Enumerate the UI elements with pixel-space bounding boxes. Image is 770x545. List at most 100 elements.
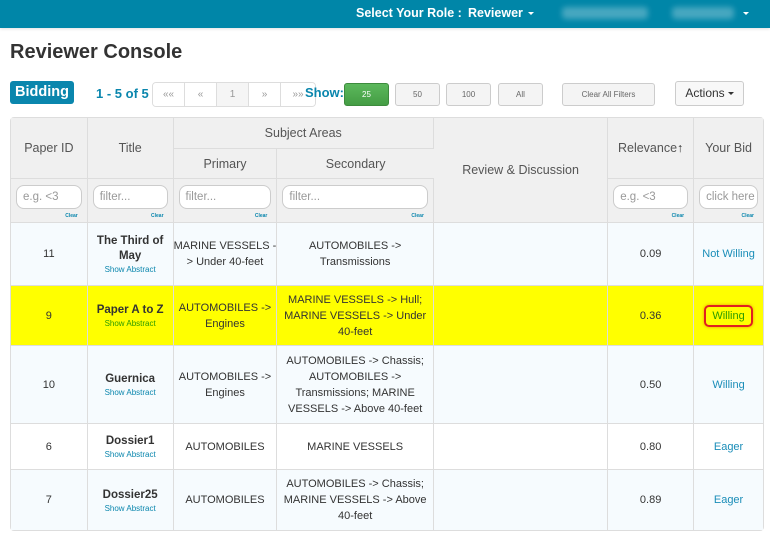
role-label: Select Your Role : (356, 6, 462, 20)
primary-subject: AUTOMOBILES -> Engines (173, 346, 278, 424)
page-title: Reviewer Console (10, 41, 183, 63)
clear-filter-link[interactable]: Clear (411, 213, 424, 219)
redacted-user-name (672, 7, 734, 19)
redacted-user-info (562, 7, 648, 19)
bid-link[interactable]: Eager (714, 441, 743, 453)
bid-cell: Willing (694, 286, 763, 346)
primary-subject: AUTOMOBILES (173, 424, 278, 470)
filter-cell-title: filter... Clear (87, 179, 174, 223)
table-row[interactable]: 10 Guernica Show Abstract AUTOMOBILES -> … (11, 346, 763, 424)
bid-cell: Willing (694, 346, 763, 424)
bid-link[interactable]: Not Willing (702, 248, 755, 260)
review-discussion (433, 286, 609, 346)
secondary-subject: MARINE VESSELS -> Hull; MARINE VESSELS -… (277, 286, 434, 346)
relevance: 0.89 (608, 470, 695, 530)
review-discussion (433, 470, 609, 530)
review-discussion (433, 346, 609, 424)
next-page-button[interactable]: » (249, 83, 281, 106)
show-abstract-link[interactable]: Show Abstract (88, 450, 173, 459)
actions-label: Actions (685, 86, 725, 100)
table-row[interactable]: 6 Dossier1 Show Abstract AUTOMOBILES MARI… (11, 424, 763, 470)
tab-bidding[interactable]: Bidding (10, 81, 74, 104)
page-size-25-button[interactable]: 25 (344, 83, 389, 106)
paper-id: 7 (11, 470, 88, 530)
show-label: Show: (305, 85, 344, 100)
primary-subject: AUTOMOBILES (173, 470, 278, 530)
title-cell: Paper A to Z Show Abstract (87, 286, 174, 346)
relevance: 0.80 (608, 424, 695, 470)
paper-id: 6 (11, 424, 88, 470)
filter-primary-input[interactable]: filter... (178, 185, 272, 209)
top-navbar: Select Your Role : Reviewer (0, 0, 770, 28)
relevance-label: Relevance (617, 141, 678, 155)
bid-cell: Not Willing (694, 223, 763, 286)
primary-subject: AUTOMOBILES -> Engines (173, 286, 278, 346)
review-discussion (433, 424, 609, 470)
actions-dropdown-button[interactable]: Actions (675, 81, 744, 106)
paper-title: Paper A to Z (96, 304, 164, 316)
bid-link[interactable]: Eager (714, 494, 743, 506)
bid-link-selected[interactable]: Willing (704, 304, 753, 327)
page-size-100-button[interactable]: 100 (446, 83, 491, 106)
paper-id: 10 (11, 346, 88, 424)
show-abstract-link[interactable]: Show Abstract (88, 265, 173, 274)
show-abstract-link[interactable]: Show Abstract (88, 319, 173, 328)
secondary-subject: AUTOMOBILES -> Transmissions (277, 223, 434, 286)
header-relevance[interactable]: Relevance↑ (608, 118, 695, 179)
header-review-discussion: Review & Discussion (433, 118, 609, 223)
show-abstract-link[interactable]: Show Abstract (88, 504, 173, 513)
filter-cell-relevance: e.g. <3 Clear (608, 179, 695, 223)
filter-cell-bid: click here Clear (694, 179, 763, 223)
page-size-50-button[interactable]: 50 (395, 83, 440, 106)
page-size-all-button[interactable]: All (498, 83, 543, 106)
primary-subject: MARINE VESSELS -> Under 40-feet (173, 223, 278, 286)
header-your-bid[interactable]: Your Bid (694, 118, 763, 179)
role-value: Reviewer (468, 6, 523, 20)
filter-paper-id-input[interactable]: e.g. <3 (16, 185, 82, 209)
header-secondary[interactable]: Secondary (277, 149, 434, 179)
filter-bid-input[interactable]: click here (699, 185, 758, 209)
bid-link[interactable]: Willing (712, 379, 744, 391)
filter-secondary-input[interactable]: filter... (282, 185, 428, 209)
papers-table: Paper ID Title Subject Areas Review & Di… (10, 117, 764, 531)
clear-all-filters-button[interactable]: Clear All Filters (562, 83, 655, 106)
role-dropdown[interactable]: Reviewer (468, 6, 534, 20)
filter-cell-primary: filter... Clear (173, 179, 278, 223)
prev-page-button[interactable]: « (185, 83, 217, 106)
bid-cell: Eager (694, 424, 763, 470)
clear-filter-link[interactable]: Clear (255, 213, 268, 219)
toolbar: Bidding 1 - 5 of 5 «« « 1 » »» Show: 25 … (0, 80, 770, 108)
clear-filter-link[interactable]: Clear (65, 213, 78, 219)
table-row[interactable]: 11 The Third of May Show Abstract MARINE … (11, 223, 763, 286)
table-row[interactable]: 9 Paper A to Z Show Abstract AUTOMOBILES … (11, 286, 763, 346)
review-discussion (433, 223, 609, 286)
header-paper-id[interactable]: Paper ID (11, 118, 88, 179)
header-primary[interactable]: Primary (173, 149, 278, 179)
clear-filter-link[interactable]: Clear (741, 213, 754, 219)
header-subject-areas: Subject Areas (173, 118, 434, 149)
table-row[interactable]: 7 Dossier25 Show Abstract AUTOMOBILES AUT… (11, 470, 763, 530)
secondary-subject: AUTOMOBILES -> Chassis; AUTOMOBILES -> T… (277, 346, 434, 424)
header-title[interactable]: Title (87, 118, 174, 179)
first-page-button[interactable]: «« (153, 83, 185, 106)
chevron-down-icon (727, 92, 734, 96)
pagination-range: 1 - 5 of 5 (96, 86, 149, 101)
chevron-down-icon (527, 12, 534, 16)
relevance: 0.50 (608, 346, 695, 424)
filter-cell-paper-id: e.g. <3 Clear (11, 179, 88, 223)
filter-cell-secondary: filter... Clear (277, 179, 434, 223)
sort-ascending-icon: ↑ (677, 141, 684, 155)
page-1-button[interactable]: 1 (217, 83, 249, 106)
relevance: 0.36 (608, 286, 695, 346)
filter-title-input[interactable]: filter... (92, 185, 168, 209)
pagination: «« « 1 » »» (152, 82, 316, 107)
paper-id: 9 (11, 286, 88, 346)
user-menu-chevron-icon[interactable] (743, 12, 749, 15)
clear-filter-link[interactable]: Clear (151, 213, 164, 219)
paper-id: 11 (11, 223, 88, 286)
paper-title: Guernica (105, 373, 156, 385)
secondary-subject: MARINE VESSELS (277, 424, 434, 470)
clear-filter-link[interactable]: Clear (672, 213, 685, 219)
show-abstract-link[interactable]: Show Abstract (88, 388, 173, 397)
filter-relevance-input[interactable]: e.g. <3 (613, 185, 689, 209)
